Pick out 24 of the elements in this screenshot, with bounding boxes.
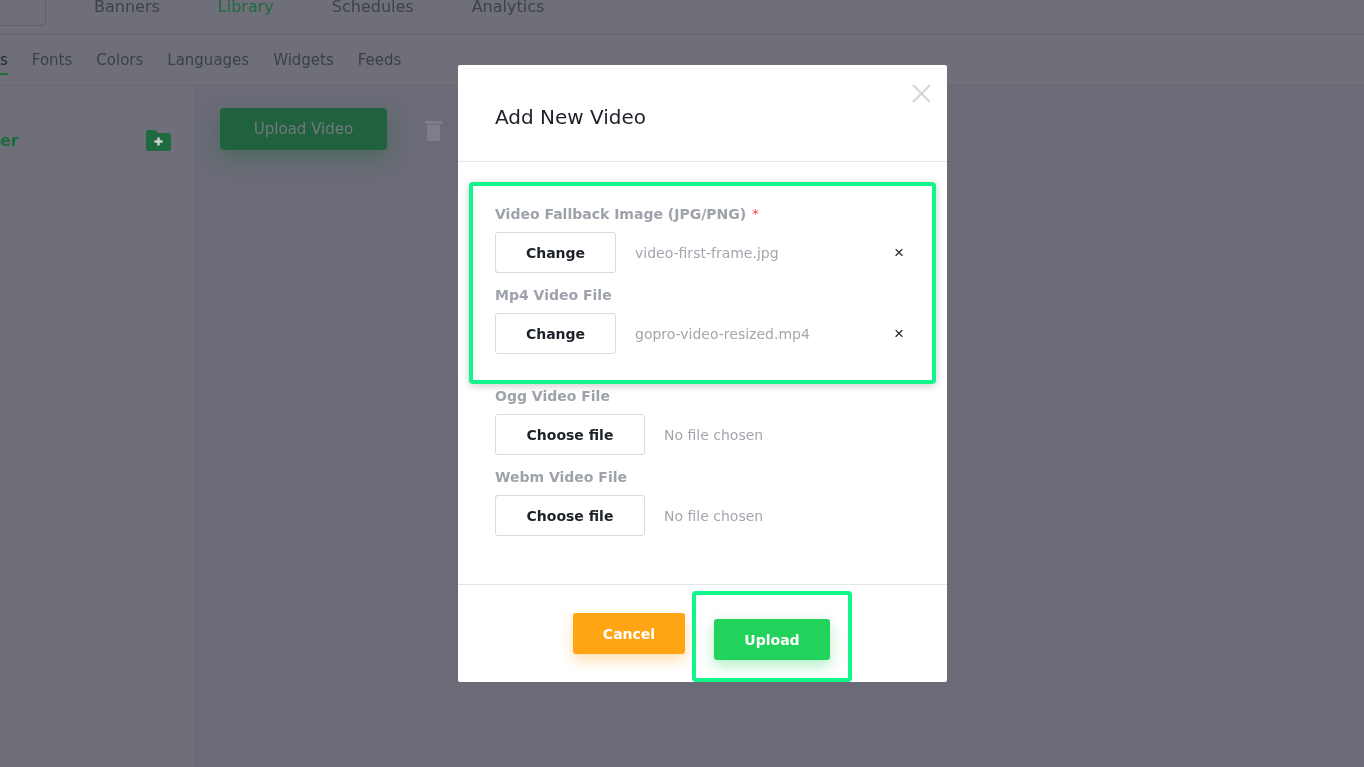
primary-button[interactable]: Upload <box>714 619 830 660</box>
field-label: Mp4 Video File <box>495 287 612 303</box>
dialog-title: Add New Video <box>495 105 647 129</box>
cancel-button[interactable]: Cancel <box>573 613 685 654</box>
file-button[interactable]: Change <box>495 313 616 354</box>
field-label: Webm Video File <box>495 469 627 485</box>
field-label: Ogg Video File <box>495 388 610 404</box>
upload-video-button[interactable]: Upload Video <box>220 108 387 150</box>
close-icon[interactable] <box>912 84 931 103</box>
file-name: No file chosen <box>664 507 765 524</box>
remove-file-button[interactable]: × <box>890 323 908 344</box>
file-button[interactable]: Choose file <box>495 495 645 536</box>
file-name: No file chosen <box>664 426 765 443</box>
nav-tab[interactable]: Library <box>217 0 274 16</box>
add-folder-icon[interactable] <box>146 130 171 151</box>
sub-tab[interactable]: s <box>0 45 8 75</box>
file-button[interactable]: Choose file <box>495 414 645 455</box>
required-mark: * <box>752 206 759 221</box>
folder-name[interactable]: er <box>0 131 19 150</box>
remove-file-button[interactable]: × <box>890 242 908 263</box>
file-name: video-first-frame.jpg <box>635 244 780 261</box>
file-button[interactable]: Change <box>495 232 616 273</box>
file-name: gopro-video-resized.mp4 <box>635 325 811 342</box>
field-label: Video Fallback Image (JPG/PNG) <box>495 206 747 222</box>
